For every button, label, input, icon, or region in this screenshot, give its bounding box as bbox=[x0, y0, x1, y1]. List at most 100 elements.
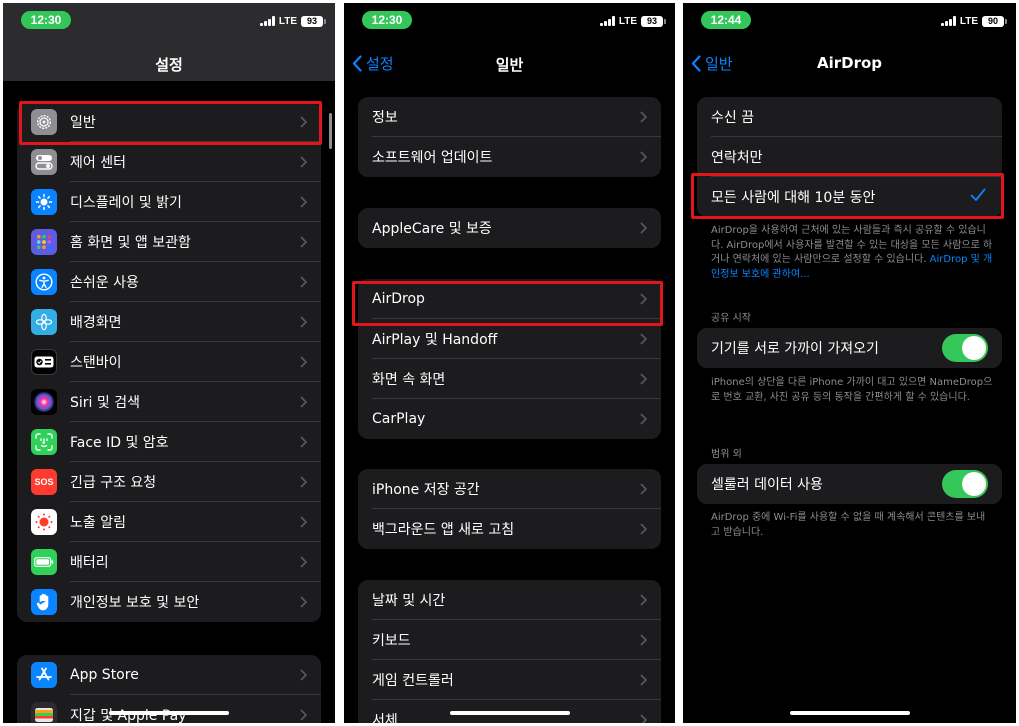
chevron-right-icon bbox=[640, 293, 647, 305]
network-type: LTE bbox=[278, 15, 297, 27]
chevron-right-icon bbox=[300, 556, 307, 568]
appstore-icon bbox=[31, 662, 57, 688]
general-item-label: CarPlay bbox=[372, 411, 426, 427]
section-header-range: 범위 외 bbox=[711, 449, 742, 460]
battery-icon: 93 bbox=[641, 15, 666, 27]
settings-item-control-center[interactable]: 제어 센터 bbox=[17, 142, 321, 182]
sos-icon: SOS bbox=[31, 469, 57, 495]
cellular-toggle[interactable] bbox=[942, 470, 988, 498]
option-contacts-only[interactable]: 연락처만 bbox=[697, 137, 1002, 177]
page-title: AirDrop bbox=[816, 54, 883, 72]
settings-item-faceid[interactable]: Face ID 및 암호 bbox=[17, 422, 321, 462]
general-item-label: 서체 bbox=[372, 713, 398, 723]
settings-item-siri[interactable]: Siri 및 검색 bbox=[17, 382, 321, 422]
chevron-right-icon bbox=[640, 483, 647, 495]
status-bar: 12:30 LTE 93 bbox=[3, 3, 335, 39]
chevron-right-icon bbox=[640, 151, 647, 163]
home-indicator[interactable] bbox=[449, 711, 570, 715]
option-receiving-off[interactable]: 수신 끔 bbox=[697, 97, 1002, 137]
signal-icon bbox=[940, 16, 956, 26]
scroll-indicator[interactable] bbox=[329, 113, 332, 149]
general-item-label: 소프트웨어 업데이트 bbox=[372, 150, 493, 166]
settings-item-battery[interactable]: 배터리 bbox=[17, 542, 321, 582]
section-header-share: 공유 시작 bbox=[711, 313, 751, 324]
airdrop-range-group: 셀룰러 데이터 사용 bbox=[697, 464, 1002, 504]
general-item-carplay[interactable]: CarPlay bbox=[358, 399, 661, 439]
settings-item-label: Siri 및 검색 bbox=[70, 395, 140, 411]
cellular-row: 셀룰러 데이터 사용 bbox=[697, 464, 1002, 504]
general-item-iphone-storage[interactable]: iPhone 저장 공간 bbox=[358, 469, 661, 509]
chevron-right-icon bbox=[300, 596, 307, 608]
status-indicators: LTE 93 bbox=[599, 15, 666, 27]
chevron-right-icon bbox=[300, 116, 307, 128]
chevron-right-icon bbox=[640, 674, 647, 686]
chevron-right-icon bbox=[300, 196, 307, 208]
status-time: 12:30 bbox=[21, 11, 71, 29]
chevron-right-icon bbox=[300, 356, 307, 368]
flower-icon bbox=[31, 309, 57, 335]
general-item-about[interactable]: 정보 bbox=[358, 97, 661, 137]
general-item-airplay-handoff[interactable]: AirPlay 및 Handoff bbox=[358, 319, 661, 359]
general-item-label: 화면 속 화면 bbox=[372, 372, 446, 388]
general-group-storage: iPhone 저장 공간 백그라운드 앱 새로 고침 bbox=[358, 469, 661, 549]
settings-item-label: 제어 센터 bbox=[70, 155, 126, 171]
status-bar: 12:44 LTE 90 bbox=[683, 3, 1016, 39]
chevron-right-icon bbox=[300, 276, 307, 288]
settings-item-app-store[interactable]: App Store bbox=[17, 655, 321, 695]
airdrop-receiving-options: 수신 끔 연락처만 모든 사람에 대해 10분 동안 bbox=[697, 97, 1002, 217]
general-item-label: AirPlay 및 Handoff bbox=[372, 332, 498, 348]
general-item-background-refresh[interactable]: 백그라운드 앱 새로 고침 bbox=[358, 509, 661, 549]
option-label: 수신 끔 bbox=[711, 110, 755, 126]
home-indicator[interactable] bbox=[109, 711, 229, 715]
status-time: 12:44 bbox=[701, 11, 751, 29]
navigation-bar: 일반 AirDrop bbox=[683, 43, 1016, 83]
bring-devices-toggle[interactable] bbox=[942, 334, 988, 362]
page-title: 설정 bbox=[155, 56, 183, 74]
settings-item-wallet[interactable]: 지갑 및 Apple Pay bbox=[17, 695, 321, 723]
general-item-date-time[interactable]: 날짜 및 시간 bbox=[358, 580, 661, 620]
general-item-label: 게임 컨트롤러 bbox=[372, 673, 454, 689]
standby-icon bbox=[31, 349, 57, 375]
settings-item-label: Face ID 및 암호 bbox=[70, 435, 169, 451]
settings-item-general[interactable]: 일반 bbox=[17, 102, 321, 142]
status-time: 12:30 bbox=[362, 11, 412, 29]
chevron-right-icon bbox=[640, 634, 647, 646]
settings-item-accessibility[interactable]: 손쉬운 사용 bbox=[17, 262, 321, 302]
option-label: 연락처만 bbox=[711, 150, 763, 166]
siri-icon bbox=[31, 389, 57, 415]
grid-icon bbox=[31, 229, 57, 255]
general-item-game-controller[interactable]: 게임 컨트롤러 bbox=[358, 660, 661, 700]
checkmark-icon bbox=[970, 188, 986, 201]
general-item-label: 백그라운드 앱 새로 고침 bbox=[372, 522, 515, 538]
general-group-about: 정보 소프트웨어 업데이트 bbox=[358, 97, 661, 177]
settings-group-main: 일반 제어 센터 디스플레이 및 밝기 홈 화면 및 앱 보관함 손쉬운 사용 … bbox=[17, 102, 321, 622]
settings-item-label: 개인정보 보호 및 보안 bbox=[70, 595, 200, 611]
settings-item-exposure[interactable]: 노출 알림 bbox=[17, 502, 321, 542]
general-item-applecare[interactable]: AppleCare 및 보증 bbox=[358, 208, 661, 248]
general-item-picture-in-picture[interactable]: 화면 속 화면 bbox=[358, 359, 661, 399]
general-item-label: iPhone 저장 공간 bbox=[372, 482, 480, 498]
settings-item-privacy[interactable]: 개인정보 보호 및 보안 bbox=[17, 582, 321, 622]
settings-screen: 12:30 LTE 93 설정 일반 제어 센터 디스플레이 및 밝기 홈 화면… bbox=[3, 3, 335, 723]
bring-devices-label: 기기를 서로 가까이 가져오기 bbox=[711, 341, 879, 357]
chevron-right-icon bbox=[300, 516, 307, 528]
settings-item-label: 손쉬운 사용 bbox=[70, 275, 139, 291]
gear-icon bbox=[31, 109, 57, 135]
general-item-airdrop[interactable]: AirDrop bbox=[358, 279, 661, 319]
general-item-software-update[interactable]: 소프트웨어 업데이트 bbox=[358, 137, 661, 177]
chevron-right-icon bbox=[300, 669, 307, 681]
hand-icon bbox=[31, 589, 57, 615]
status-indicators: LTE 93 bbox=[259, 15, 326, 27]
chevron-right-icon bbox=[300, 316, 307, 328]
settings-item-home-screen[interactable]: 홈 화면 및 앱 보관함 bbox=[17, 222, 321, 262]
general-item-label: AirDrop bbox=[372, 291, 425, 307]
general-item-label: 정보 bbox=[372, 110, 398, 126]
settings-item-display[interactable]: 디스플레이 및 밝기 bbox=[17, 182, 321, 222]
settings-item-standby[interactable]: 스탠바이 bbox=[17, 342, 321, 382]
home-indicator[interactable] bbox=[789, 711, 910, 715]
chevron-right-icon bbox=[640, 594, 647, 606]
general-item-keyboard[interactable]: 키보드 bbox=[358, 620, 661, 660]
option-everyone-10min[interactable]: 모든 사람에 대해 10분 동안 bbox=[697, 177, 1002, 217]
settings-item-wallpaper[interactable]: 배경화면 bbox=[17, 302, 321, 342]
settings-item-emergency-sos[interactable]: SOS 긴급 구조 요청 bbox=[17, 462, 321, 502]
